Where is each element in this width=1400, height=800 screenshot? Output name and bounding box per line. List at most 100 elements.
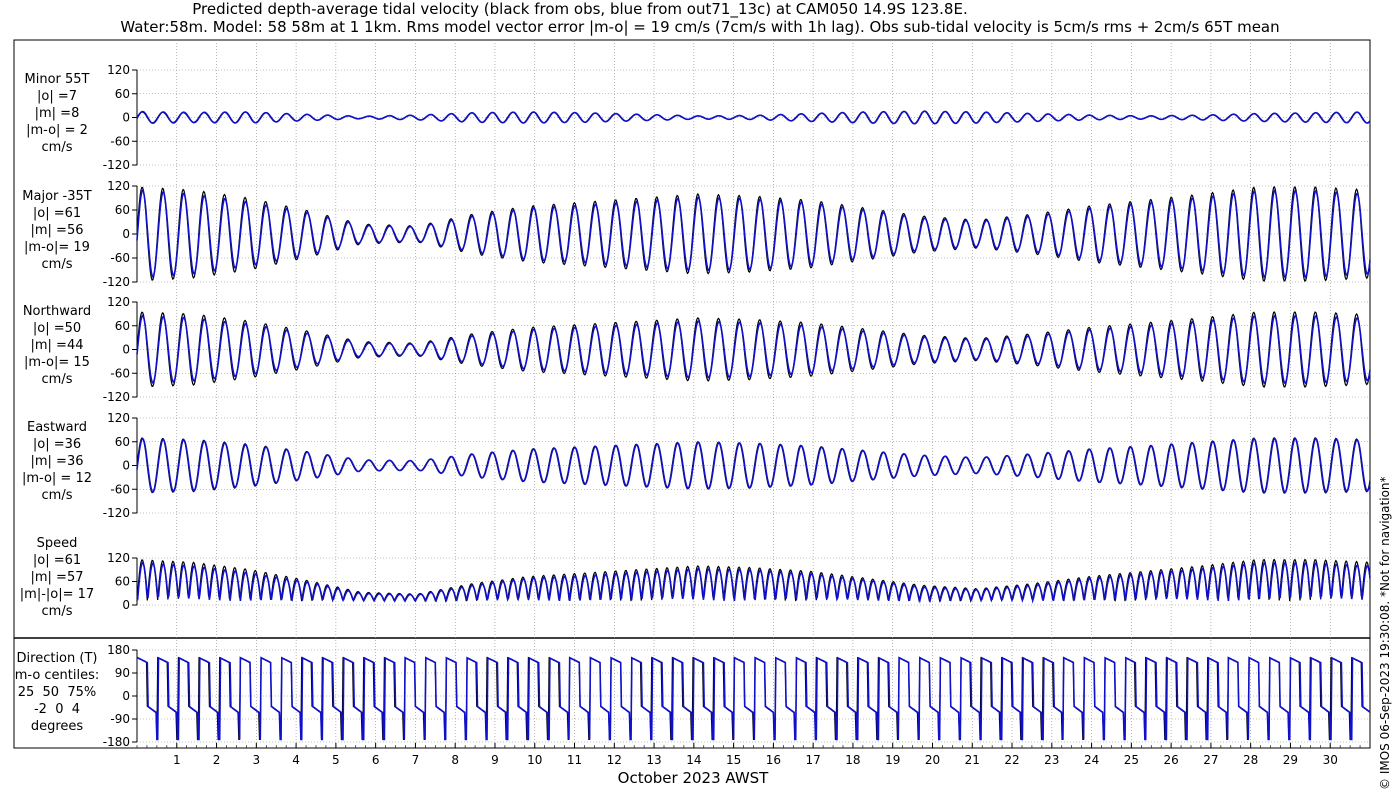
y-tick-label: -120 xyxy=(103,158,130,172)
tidal-velocity-figure: -120-60060120-120-60060120-120-60060120-… xyxy=(13,39,1371,767)
y-tick-label: -60 xyxy=(110,134,130,148)
panel-label-northward: Northward |o| =50 |m| =44 |m-o|= 15 cm/s xyxy=(4,303,110,388)
panel-label-line: |m-o|= 15 xyxy=(24,355,90,370)
panel-label-minor: Minor 55T |o| =7 |m| =8 |m-o| = 2 cm/s xyxy=(4,71,110,156)
panel-label-line: m-o centiles: xyxy=(14,667,100,683)
panel-label-line: |m|-|o|= 17 xyxy=(19,587,95,602)
panel-label-direction: Direction (T) m-o centiles: 25 50 75% -2 0 … xyxy=(4,650,110,735)
figure-frame xyxy=(13,39,1371,749)
panel-label-line: |o| =7 xyxy=(36,89,77,104)
panel-label-line: Northward xyxy=(22,304,92,319)
panel-label-line: 25 50 75% xyxy=(17,684,97,700)
y-tick-label: 0 xyxy=(122,598,130,612)
panel-label-line: |m| =56 xyxy=(30,222,84,238)
y-tick-label: 60 xyxy=(115,435,130,449)
y-tick-label: 90 xyxy=(115,666,130,680)
panel-label-line: cm/s xyxy=(41,488,73,503)
y-tick-label: 180 xyxy=(107,643,130,657)
panel-label-line: |m| =36 xyxy=(30,454,84,469)
series-line-model-major xyxy=(136,188,1371,279)
x-tick-label: 29 xyxy=(1283,753,1298,767)
x-tick-label: 13 xyxy=(646,753,661,767)
x-tick-label: 19 xyxy=(885,753,900,767)
y-tick-label: 60 xyxy=(115,203,130,217)
series-line-model-eastward xyxy=(136,437,1371,494)
y-tick-label: 0 xyxy=(122,227,130,241)
y-tick-label: 0 xyxy=(122,689,130,703)
panel-label-line: degrees xyxy=(30,718,84,734)
x-tick-label: 18 xyxy=(845,753,860,767)
y-tick-label: 120 xyxy=(107,295,130,309)
panel-label-line: |m-o| = 12 xyxy=(21,471,92,486)
x-tick-label: 5 xyxy=(332,753,340,767)
x-tick-label: 9 xyxy=(491,753,499,767)
x-tick-label: 27 xyxy=(1203,753,1218,767)
copyright-note: © IMOS 06-Sep-2023 19:30:08. *Not for na… xyxy=(1378,476,1392,790)
x-tick-label: 3 xyxy=(253,753,261,767)
x-tick-label: 24 xyxy=(1084,753,1099,767)
x-tick-label: 22 xyxy=(1004,753,1019,767)
panel-label-line: cm/s xyxy=(41,604,73,619)
x-tick-label: 17 xyxy=(806,753,821,767)
panel-label-eastward: Eastward |o| =36 |m| =36 |m-o| = 12 cm/s xyxy=(4,419,110,504)
x-tick-label: 25 xyxy=(1124,753,1139,767)
panel-label-line: |o| =61 xyxy=(32,553,82,568)
panel-label-line: |o| =50 xyxy=(32,321,82,336)
panel-label-line: Eastward xyxy=(26,420,88,435)
panel-label-line: cm/s xyxy=(41,372,73,387)
panel-label-major: Major -35T |o| =61 |m| =56 |m-o|= 19 cm/s xyxy=(4,188,110,273)
x-axis-label: October 2023 AWST xyxy=(617,769,769,787)
x-tick-label: 6 xyxy=(372,753,380,767)
x-tick-label: 16 xyxy=(766,753,781,767)
panel-label-line: |m-o| = 2 xyxy=(26,123,88,138)
y-tick-label: 0 xyxy=(122,343,130,357)
y-tick-label: 0 xyxy=(122,111,130,125)
x-tick-label: 28 xyxy=(1243,753,1258,767)
x-tick-label: 30 xyxy=(1323,753,1338,767)
panel-label-line: |o| =61 xyxy=(32,205,82,221)
y-tick-label: -60 xyxy=(110,482,130,496)
y-tick-label: 120 xyxy=(107,411,130,425)
panel-label-line: cm/s xyxy=(41,256,73,272)
x-tick-label: 8 xyxy=(451,753,459,767)
y-tick-label: 120 xyxy=(107,179,130,193)
panel-label-line: |m| =44 xyxy=(30,338,84,353)
panel-label-speed: Speed |o| =61 |m| =57 |m|-|o|= 17 cm/s xyxy=(4,535,110,620)
panel-label-line: -2 0 4 xyxy=(33,701,81,717)
panel-label-line: Direction (T) xyxy=(16,650,98,666)
x-tick-label: 21 xyxy=(965,753,980,767)
x-tick-label: 14 xyxy=(686,753,701,767)
x-tick-label: 4 xyxy=(292,753,300,767)
x-tick-label: 23 xyxy=(1044,753,1059,767)
panel-label-line: cm/s xyxy=(41,140,73,155)
x-tick-label: 15 xyxy=(726,753,741,767)
y-tick-label: 120 xyxy=(107,63,130,77)
y-tick-label: -120 xyxy=(103,390,130,404)
x-tick-label: 26 xyxy=(1163,753,1178,767)
x-tick-label: 1 xyxy=(173,753,181,767)
x-tick-label: 12 xyxy=(607,753,622,767)
y-tick-label: -120 xyxy=(103,506,130,520)
y-tick-label: 60 xyxy=(115,87,130,101)
panel-label-line: Minor 55T xyxy=(24,72,90,87)
panel-label-line: |m| =8 xyxy=(34,106,80,121)
y-tick-label: 120 xyxy=(107,551,130,565)
y-tick-label: -60 xyxy=(110,251,130,265)
x-tick-label: 11 xyxy=(567,753,582,767)
y-tick-label: -90 xyxy=(110,712,130,726)
y-tick-label: -120 xyxy=(103,275,130,289)
y-tick-label: 60 xyxy=(115,319,130,333)
x-tick-label: 10 xyxy=(527,753,542,767)
y-tick-label: 0 xyxy=(122,459,130,473)
panel-label-line: Major -35T xyxy=(22,188,92,204)
series-line-model-northward xyxy=(136,314,1371,385)
panel-label-line: |m-o|= 19 xyxy=(24,239,90,255)
panel-label-line: |o| =36 xyxy=(32,437,82,452)
y-tick-label: -180 xyxy=(103,735,130,749)
panel-label-line: Speed xyxy=(36,536,78,551)
y-tick-label: 60 xyxy=(115,575,130,589)
x-tick-label: 20 xyxy=(925,753,940,767)
panel-label-line: |m| =57 xyxy=(30,570,84,585)
y-tick-label: -60 xyxy=(110,366,130,380)
x-tick-label: 2 xyxy=(213,753,221,767)
